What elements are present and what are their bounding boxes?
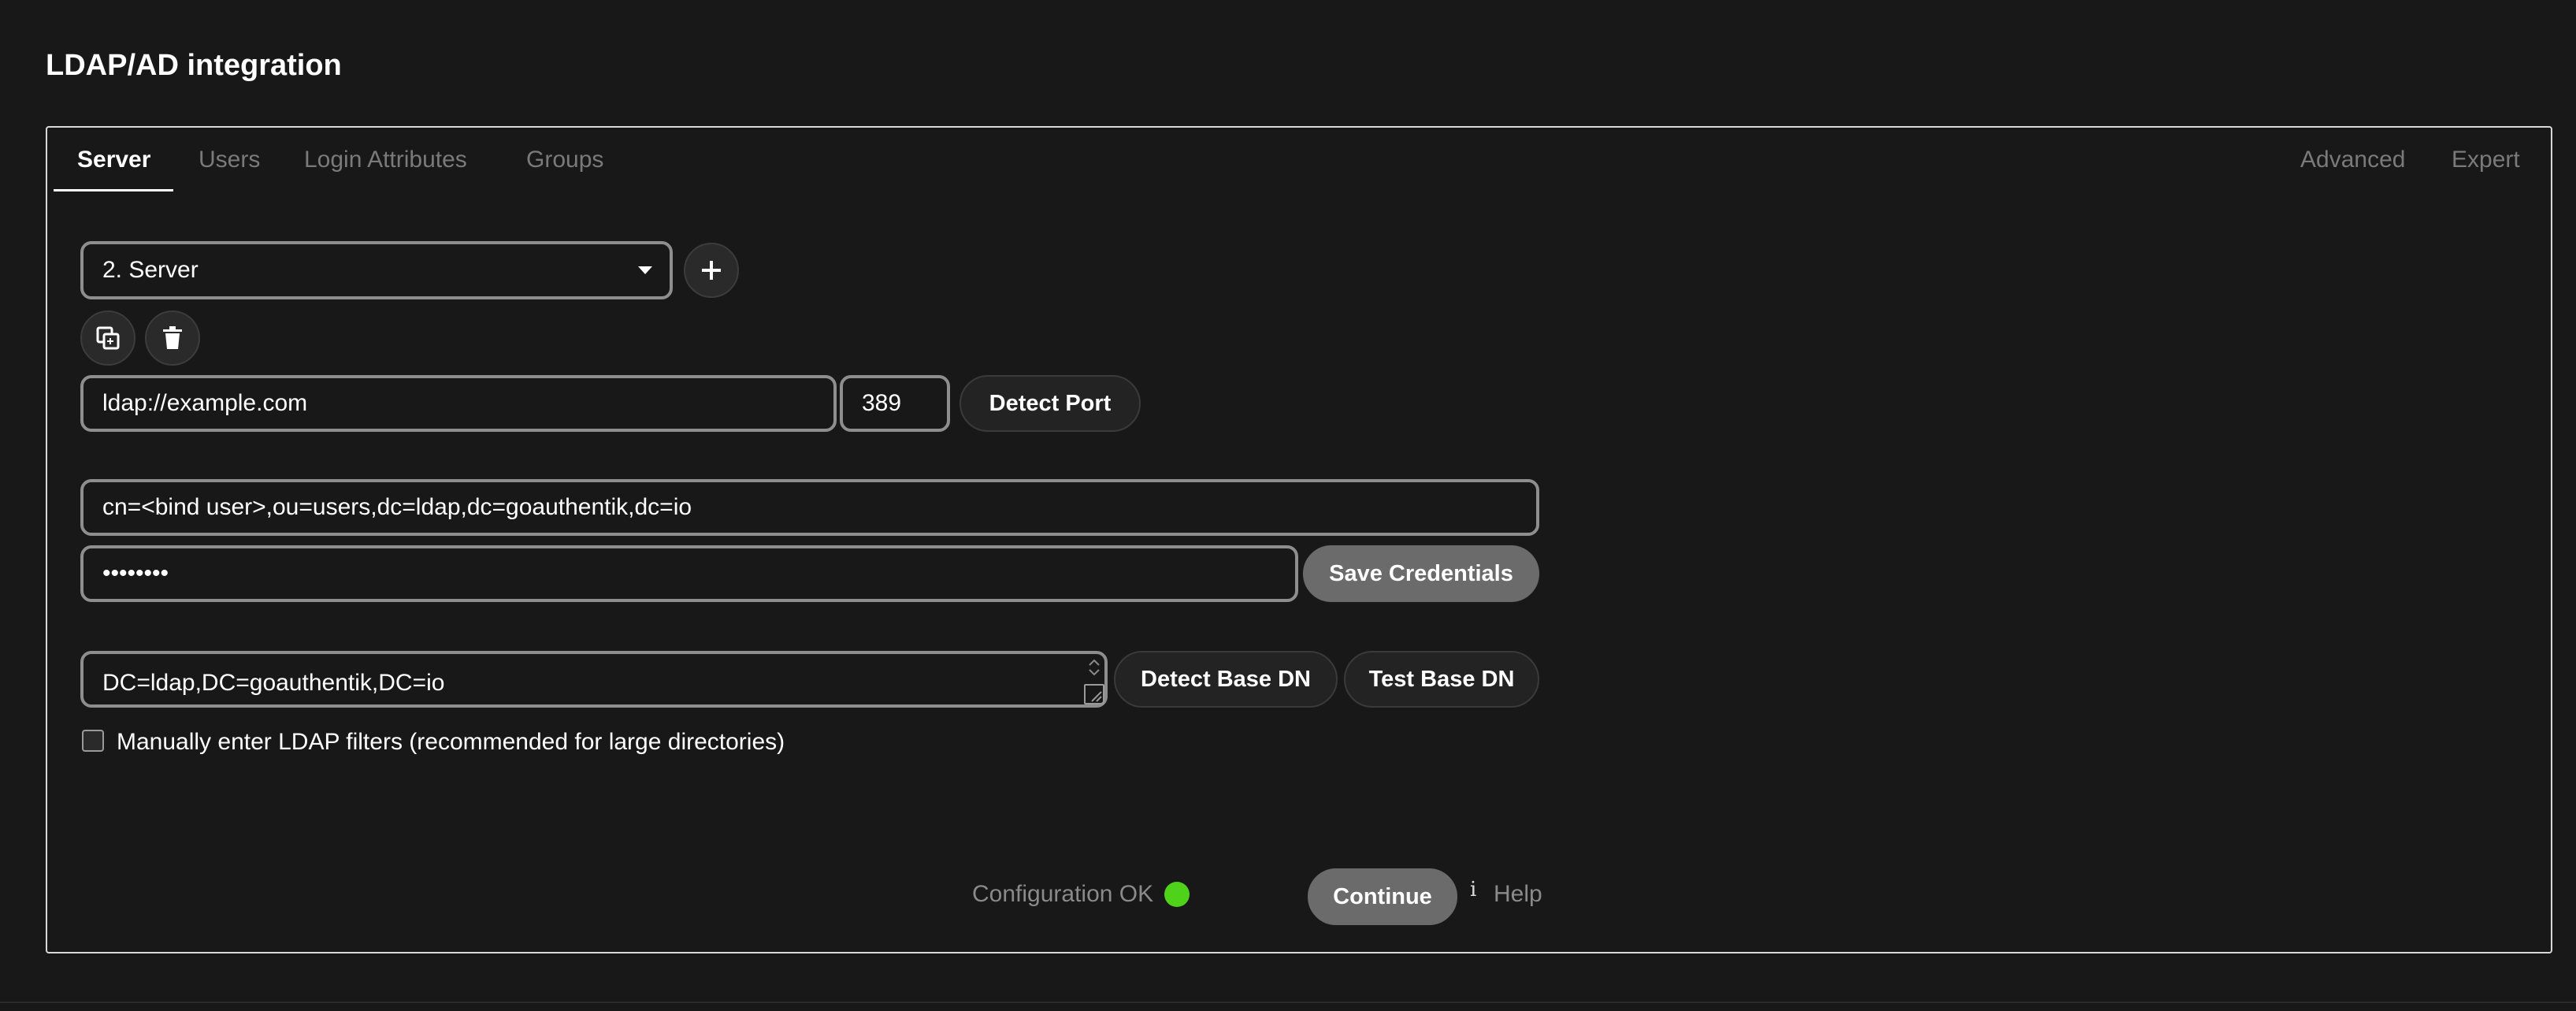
tab-groups[interactable]: Groups	[526, 147, 603, 191]
info-icon: i	[1470, 878, 1477, 901]
trash-icon	[163, 326, 182, 349]
chevron-down-icon	[638, 266, 652, 274]
ldap-host-input[interactable]	[80, 375, 837, 432]
manual-filters-checkbox[interactable]	[82, 730, 104, 752]
delete-server-config-button[interactable]	[145, 310, 200, 366]
bind-dn-input[interactable]	[80, 479, 1539, 536]
base-dn-input[interactable]	[80, 651, 1108, 708]
tab-advanced[interactable]: Advanced	[2300, 147, 2405, 191]
add-server-config-button[interactable]	[684, 243, 739, 298]
plus-icon	[702, 261, 721, 280]
tab-expert[interactable]: Expert	[2452, 147, 2520, 191]
ldap-config-panel: Server Users Login Attributes Groups Adv…	[46, 126, 2552, 953]
test-base-dn-button[interactable]: Test Base DN	[1344, 651, 1539, 708]
copy-icon	[96, 326, 120, 350]
save-credentials-button[interactable]: Save Credentials	[1303, 545, 1539, 602]
detect-base-dn-button[interactable]: Detect Base DN	[1114, 651, 1338, 708]
tab-server[interactable]: Server	[77, 147, 150, 191]
page-title: LDAP/AD integration	[46, 49, 342, 82]
resize-handle[interactable]	[1084, 684, 1104, 704]
continue-button[interactable]: Continue	[1308, 868, 1457, 925]
base-dn-container	[80, 651, 1108, 708]
tab-users[interactable]: Users	[199, 147, 260, 191]
ldap-port-input[interactable]	[840, 375, 950, 432]
spinner-arrows-icon	[1089, 659, 1100, 676]
copy-server-config-button[interactable]	[80, 310, 135, 366]
bind-password-input[interactable]	[80, 545, 1298, 602]
active-tab-underline	[54, 189, 173, 191]
server-config-select-value: 2. Server	[102, 257, 199, 283]
manual-filters-label: Manually enter LDAP filters (recommended…	[117, 729, 785, 755]
help-link[interactable]: Help	[1494, 881, 1542, 908]
footer-divider	[0, 1002, 2576, 1003]
server-config-select[interactable]: 2. Server	[80, 241, 673, 299]
status-ok-indicator	[1164, 882, 1190, 907]
status-text: Configuration OK	[972, 881, 1154, 907]
detect-port-button[interactable]: Detect Port	[960, 375, 1141, 432]
tab-login-attributes[interactable]: Login Attributes	[304, 147, 467, 191]
resize-grip-icon	[1091, 691, 1102, 702]
